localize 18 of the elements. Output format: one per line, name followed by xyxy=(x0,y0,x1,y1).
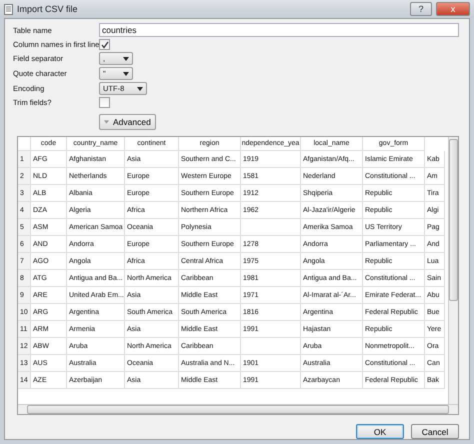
cancel-button[interactable]: Cancel xyxy=(411,424,459,439)
advanced-button[interactable]: Advanced xyxy=(99,114,156,130)
horizontal-scrollbar[interactable] xyxy=(18,404,458,414)
checkbox[interactable] xyxy=(99,39,110,50)
ok-button[interactable]: OK xyxy=(356,424,404,439)
window-title: Import CSV file xyxy=(17,4,78,14)
document-icon xyxy=(4,4,13,14)
help-button[interactable]: ? xyxy=(410,2,432,16)
table-name-field[interactable]: countries xyxy=(99,23,459,37)
table-cell xyxy=(241,219,301,236)
close-button[interactable]: x xyxy=(436,2,470,16)
caret-icon xyxy=(123,56,129,60)
checkbox[interactable] xyxy=(99,97,110,108)
vertical-scrollbar[interactable] xyxy=(448,137,458,404)
table-cell xyxy=(241,338,301,355)
caret-icon xyxy=(104,120,109,124)
caret-icon xyxy=(137,86,143,90)
caret-icon xyxy=(123,72,129,76)
